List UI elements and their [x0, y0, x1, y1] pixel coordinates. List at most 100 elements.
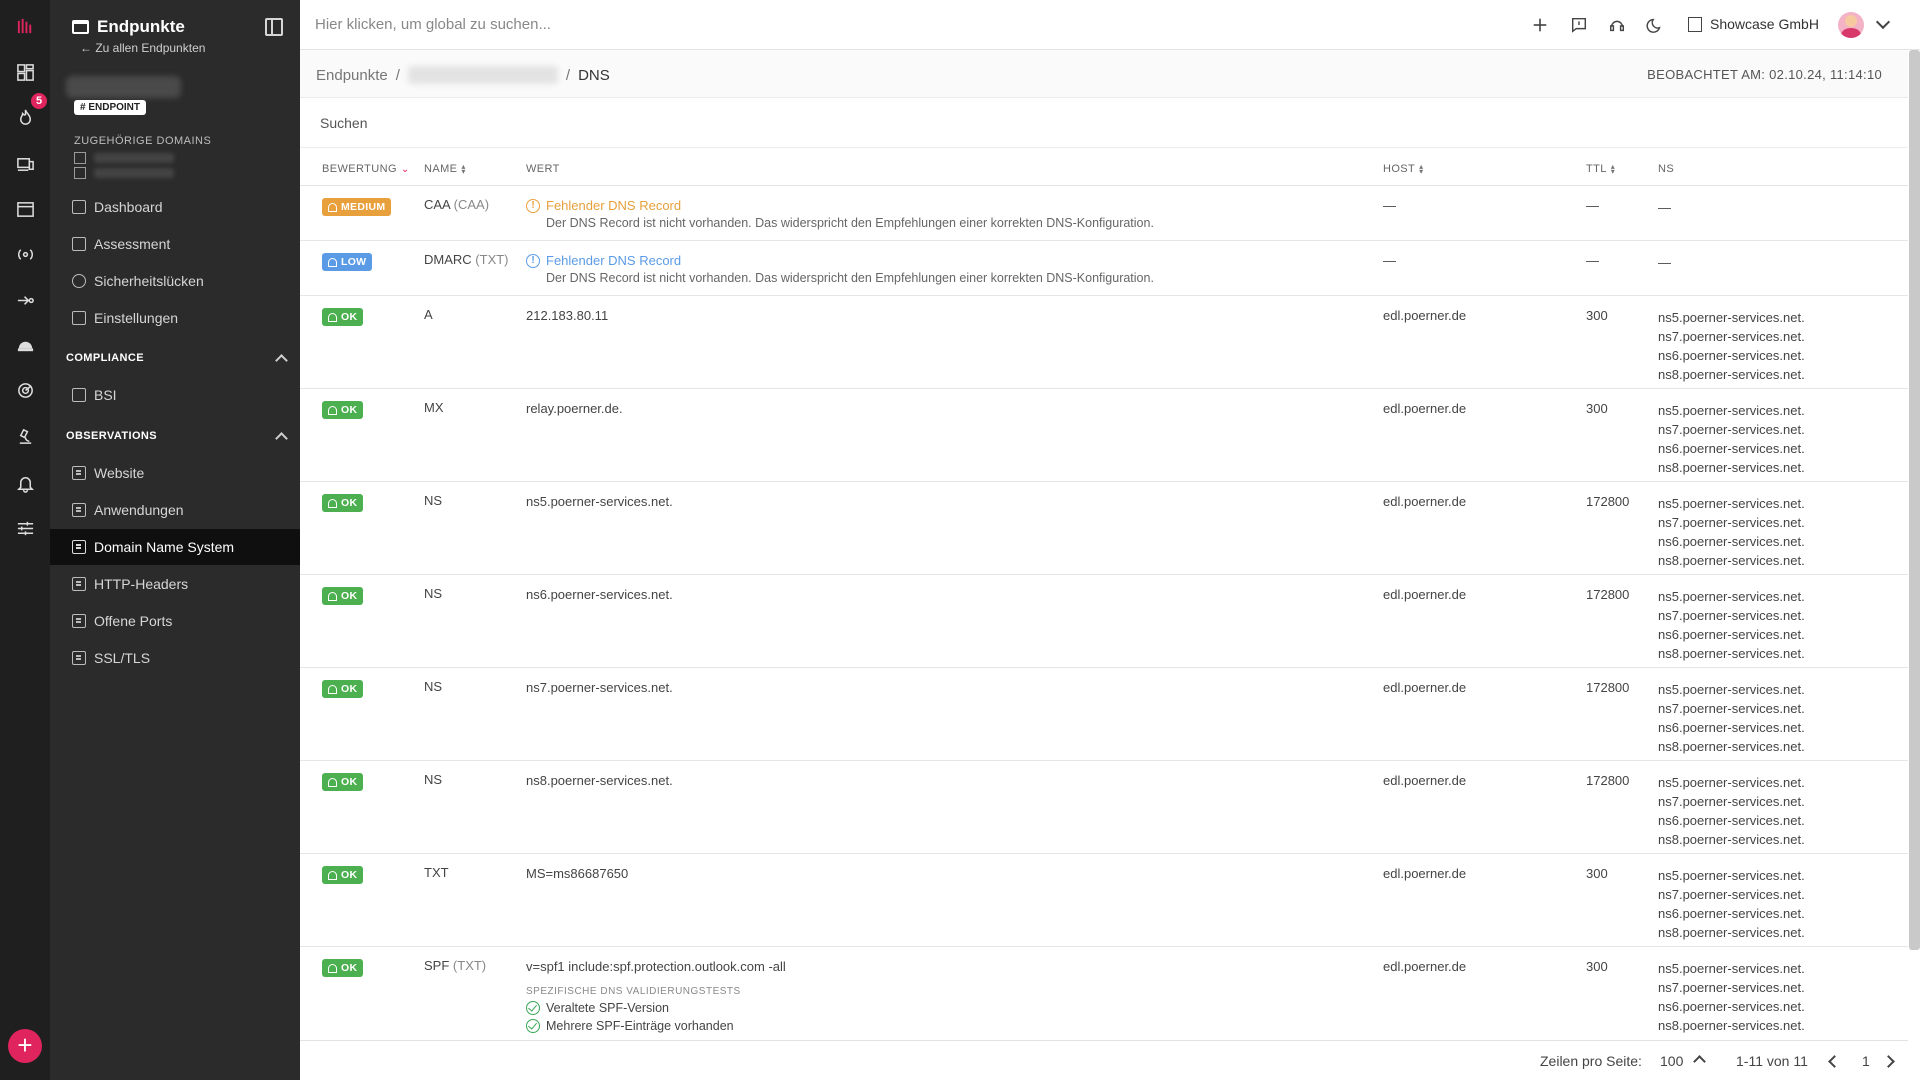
record-host: edl.poerner.de [1383, 494, 1467, 509]
table-row[interactable]: OK A 212.183.80.11 edl.poerner.de 300 ns… [300, 296, 1908, 389]
record-value: ! Fehlender DNS Record Der DNS Record ist… [526, 198, 1154, 230]
rows-per-page-select[interactable]: 100 [1660, 1053, 1683, 1069]
breadcrumb-endpoint-redacted[interactable] [407, 66, 558, 84]
column-header-rating[interactable]: BEWERTUNG ⌄ [322, 163, 410, 175]
record-ttl: 300 [1586, 401, 1608, 416]
record-ns: ns5.poerner-services.net. ns7.poerner-ser… [1658, 682, 1805, 754]
avatar[interactable] [1838, 12, 1864, 38]
endpoint-name-redacted [66, 76, 181, 98]
rating-badge-low: LOW [322, 253, 373, 271]
sidebar-item-settings[interactable]: Einstellungen [50, 300, 300, 336]
broadcast-icon[interactable] [0, 238, 50, 270]
rating-badge-ok: OK [322, 401, 364, 419]
column-header-host[interactable]: HOST ▴ ▾ [1383, 162, 1424, 176]
window-icon[interactable] [0, 193, 50, 225]
back-to-endpoints-link[interactable]: ← Zu allen Endpunkten [80, 41, 205, 55]
rating-icon [328, 870, 337, 880]
sort-icon: ▴ ▾ [461, 162, 466, 176]
table-row[interactable]: OK SPF (TXT) v=spf1 include:spf.protecti… [300, 947, 1908, 1040]
support-headset-icon[interactable] [1606, 14, 1628, 36]
table-row[interactable]: OK NS ns7.poerner-services.net. edl.poer… [300, 668, 1908, 761]
dashboard-grid-icon[interactable] [0, 56, 50, 88]
table-row[interactable]: OK NS ns6.poerner-services.net. edl.poer… [300, 575, 1908, 668]
record-name: SPF (TXT) [424, 958, 487, 973]
devices-icon[interactable] [0, 148, 50, 180]
sort-icon: ▴ ▾ [1419, 162, 1424, 176]
sidebar-item-dashboard[interactable]: Dashboard [50, 189, 300, 225]
breadcrumb-bar: Endpunkte / / DNS BEOBACHTET AM: 02.10.2… [300, 50, 1908, 98]
chevron-down-icon[interactable] [1875, 14, 1891, 30]
table-search-input[interactable] [320, 115, 720, 131]
icon-rail: 5 + [0, 0, 50, 1080]
chevron-up-icon [275, 354, 288, 367]
compliance-group-header[interactable]: COMPLIANCE [66, 352, 288, 367]
table-header: BEWERTUNG ⌄ NAME ▴ ▾ WERT HOST ▴ ▾ TTL ▴ ▾ NS [300, 148, 1908, 186]
table-row[interactable]: MEDIUM CAA (CAA) ! Fehlender DNS Record D… [300, 186, 1908, 241]
rating-icon [328, 498, 337, 508]
next-page-icon[interactable] [1882, 1055, 1895, 1068]
record-ns: ns5.poerner-services.net. ns7.poerner-ser… [1658, 589, 1805, 661]
previous-page-icon[interactable] [1828, 1055, 1841, 1068]
table-row[interactable]: LOW DMARC (TXT) ! Fehlender DNS Record De… [300, 241, 1908, 296]
radar-icon[interactable] [0, 374, 50, 406]
sidebar-item-http-headers[interactable]: HTTP-Headers [50, 566, 300, 602]
domain-icon [74, 167, 86, 179]
helmet-icon[interactable] [0, 329, 50, 361]
alerts-count-badge: 5 [31, 93, 47, 109]
rating-icon [328, 777, 337, 787]
record-host: edl.poerner.de [1383, 773, 1467, 788]
alerts-fire-icon[interactable]: 5 [0, 93, 50, 133]
feedback-icon[interactable] [1568, 14, 1590, 36]
scrollbar[interactable] [1909, 50, 1920, 950]
record-value: v=spf1 include:spf.protection.outlook.co… [526, 959, 786, 1033]
sidebar-item-ssl-tls[interactable]: SSL/TLS [50, 640, 300, 676]
sidebar-item-assessment[interactable]: Assessment [50, 226, 300, 262]
column-header-name[interactable]: NAME ▴ ▾ [424, 162, 466, 176]
sidebar-item-website[interactable]: Website [50, 455, 300, 491]
validation-tests-label: SPEZIFISCHE DNS VALIDIERUNGSTESTS [526, 986, 741, 997]
table-row[interactable]: OK MX relay.poerner.de. edl.poerner.de 3… [300, 389, 1908, 482]
breadcrumb-root[interactable]: Endpunkte [316, 67, 388, 84]
sliders-icon[interactable] [0, 512, 50, 544]
add-icon[interactable] [1529, 14, 1551, 36]
observed-timestamp: BEOBACHTET AM: 02.10.24, 11:14:10 [1647, 67, 1882, 82]
dark-mode-moon-icon[interactable] [1644, 14, 1666, 36]
collapse-sidebar-icon[interactable] [265, 18, 283, 36]
sidebar-item-vulnerabilities[interactable]: Sicherheitslücken [50, 263, 300, 299]
record-ns: ns5.poerner-services.net. ns7.poerner-ser… [1658, 310, 1805, 382]
window-icon [72, 20, 89, 34]
record-name: CAA (CAA) [424, 197, 490, 212]
related-domain-item[interactable] [74, 166, 184, 180]
record-name: TXT [424, 865, 449, 880]
record-name: MX [424, 400, 444, 415]
observations-group-header[interactable]: OBSERVATIONS [66, 430, 288, 445]
record-host: edl.poerner.de [1383, 401, 1467, 416]
related-domain-item[interactable] [74, 151, 184, 165]
validation-test-item: Mehrere SPF-Einträge vorhanden [526, 1019, 786, 1033]
organization-switcher[interactable]: Showcase GmbH [1688, 16, 1819, 32]
sidebar-item-dns[interactable]: Domain Name System [50, 529, 300, 565]
record-ttl: 172800 [1586, 494, 1630, 509]
sidebar-item-open-ports[interactable]: Offene Ports [50, 603, 300, 639]
record-name: A [424, 307, 433, 322]
database-icon [72, 540, 86, 554]
sidebar-item-applications[interactable]: Anwendungen [50, 492, 300, 528]
global-search-input[interactable] [315, 16, 815, 33]
current-page: 1 [1862, 1053, 1870, 1069]
rating-icon [328, 312, 337, 322]
bell-icon[interactable] [0, 467, 50, 499]
microscope-icon[interactable] [0, 420, 50, 452]
sidebar-item-bsi[interactable]: BSI [50, 377, 300, 413]
pagination-footer: Zeilen pro Seite: 100 1-11 von 11 1 [300, 1040, 1908, 1080]
table-row[interactable]: OK TXT MS=ms86687650 edl.poerner.de 300 … [300, 854, 1908, 947]
brand-logo-icon[interactable] [0, 10, 50, 42]
table-row[interactable]: OK NS ns8.poerner-services.net. edl.poer… [300, 761, 1908, 854]
table-icon [72, 237, 86, 251]
chevron-up-icon[interactable] [1693, 1055, 1706, 1068]
record-ns: ns5.poerner-services.net. ns7.poerner-ser… [1658, 961, 1805, 1033]
bug-icon [72, 274, 86, 288]
table-row[interactable]: OK NS ns5.poerner-services.net. edl.poer… [300, 482, 1908, 575]
add-button[interactable]: + [8, 1029, 42, 1063]
route-icon[interactable] [0, 284, 50, 316]
column-header-ttl[interactable]: TTL ▴ ▾ [1586, 163, 1615, 176]
